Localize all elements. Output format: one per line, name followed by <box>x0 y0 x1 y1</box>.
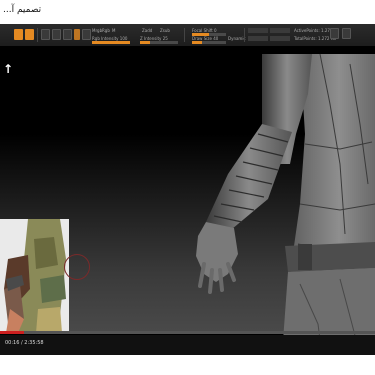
top-bar: تصميم آ... <box>0 0 375 24</box>
current-time: 00:16 <box>5 340 20 346</box>
video-progress-bar[interactable] <box>0 331 375 334</box>
time-display: 00:16 / 2:35:58 <box>5 340 44 346</box>
duration: 2:35:58 <box>24 340 44 346</box>
video-progress-fill <box>0 331 25 334</box>
brush-cursor-icon <box>64 254 90 280</box>
reference-image-overlay <box>0 219 69 333</box>
character-reference-illustration <box>0 219 69 333</box>
video-player[interactable]: Mrgb Rgb M Zadd Zsub Rgb Intensity 100 Z… <box>0 24 375 355</box>
page-title: تصميم آ... <box>3 5 42 15</box>
player-controls: 00:16 / 2:35:58 <box>0 335 375 355</box>
cursor-icon: ↑ <box>3 62 14 76</box>
bottom-strip <box>0 355 375 375</box>
